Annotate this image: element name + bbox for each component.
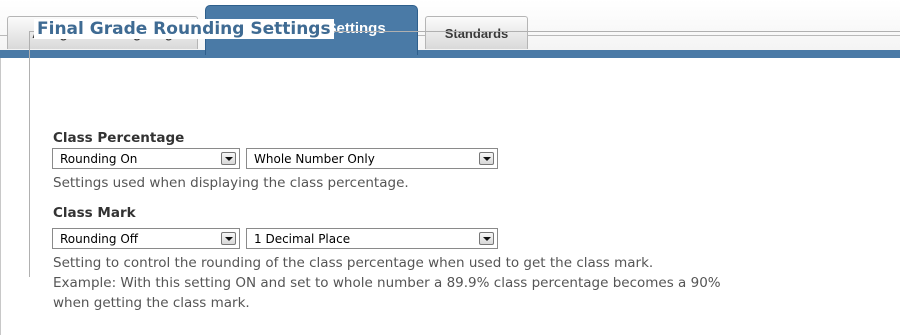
chevron-down-icon[interactable]	[221, 232, 236, 245]
class-percentage-precision-value: Whole Number Only	[254, 151, 375, 166]
class-percentage-help: Settings used when displaying the class …	[53, 175, 409, 191]
chevron-down-icon[interactable]	[479, 232, 494, 245]
class-percentage-rounding-value: Rounding On	[60, 151, 138, 166]
class-mark-precision-value: 1 Decimal Place	[254, 231, 351, 246]
class-mark-precision-select[interactable]: 1 Decimal Place	[246, 228, 498, 249]
class-mark-label: Class Mark	[53, 205, 136, 221]
chevron-down-icon[interactable]	[221, 152, 236, 165]
chevron-down-icon[interactable]	[479, 152, 494, 165]
class-mark-help-line-2: Example: With this setting ON and set to…	[53, 275, 721, 291]
class-mark-help-line-1: Setting to control the rounding of the c…	[53, 255, 654, 271]
section-title: Final Grade Rounding Settings	[34, 19, 334, 39]
class-percentage-rounding-select[interactable]: Rounding On	[52, 148, 240, 169]
class-percentage-precision-select[interactable]: Whole Number Only	[246, 148, 498, 169]
class-mark-rounding-select[interactable]: Rounding Off	[52, 228, 240, 249]
class-mark-help-line-3: when getting the class mark.	[53, 295, 250, 311]
class-percentage-label: Class Percentage	[53, 130, 185, 146]
class-mark-rounding-value: Rounding Off	[60, 231, 139, 246]
